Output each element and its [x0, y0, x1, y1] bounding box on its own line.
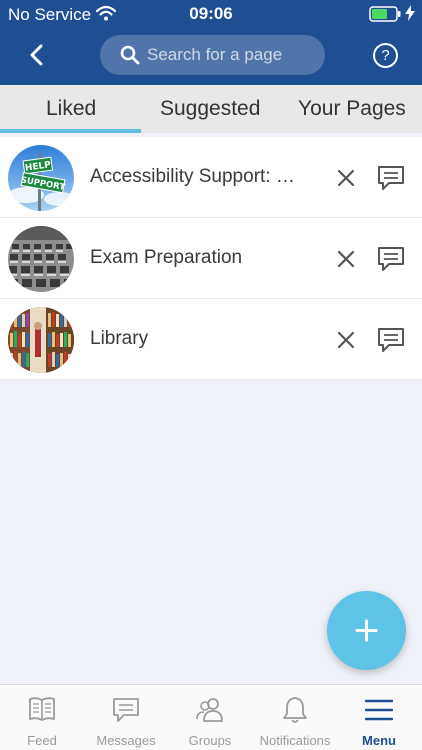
clock: 09:06: [189, 4, 233, 23]
message-icon[interactable]: [376, 164, 406, 192]
tab-your-pages[interactable]: Your Pages: [298, 97, 406, 121]
list-item[interactable]: Library: [0, 299, 422, 380]
unlike-close-icon[interactable]: [334, 328, 358, 352]
nav-label: Groups: [188, 733, 232, 748]
book-icon: [29, 697, 55, 721]
nav-menu[interactable]: Menu: [337, 685, 421, 750]
bottom-nav: Feed Messages Groups Notifications Menu: [0, 684, 422, 750]
search-bar[interactable]: Search for a page: [100, 35, 325, 75]
nav-groups[interactable]: Groups: [168, 685, 252, 750]
avatar: [8, 226, 74, 292]
search-placeholder: Search for a page: [147, 45, 283, 64]
message-icon[interactable]: [376, 326, 406, 354]
unlike-close-icon[interactable]: [334, 247, 358, 271]
plus-icon: [355, 619, 378, 642]
nav-label: Feed: [27, 733, 57, 748]
battery-icon: [369, 6, 401, 22]
search-icon: [120, 45, 140, 65]
nav-label: Notifications: [259, 733, 331, 748]
message-icon[interactable]: [376, 245, 406, 273]
nav-messages[interactable]: Messages: [84, 685, 168, 750]
nav-feed[interactable]: Feed: [0, 685, 84, 750]
add-page-button[interactable]: [327, 591, 406, 670]
message-icon: [113, 698, 139, 722]
pages-list: HELP SUPPORT Accessibility Support: Help…: [0, 137, 422, 380]
unlike-close-icon[interactable]: [334, 166, 358, 190]
tab-indicator: [0, 129, 141, 133]
page-name: Accessibility Support: Help & Advice: [90, 166, 305, 187]
top-bar: No Service 09:06 Search for a page ?: [0, 0, 422, 85]
nav-label: Messages: [96, 733, 156, 748]
tab-liked[interactable]: Liked: [46, 97, 96, 121]
avatar: HELP SUPPORT: [8, 145, 74, 211]
list-item[interactable]: Exam Preparation: [0, 218, 422, 299]
list-item[interactable]: HELP SUPPORT Accessibility Support: Help…: [0, 137, 422, 218]
bell-icon: [283, 697, 307, 723]
help-button[interactable]: ?: [373, 43, 398, 68]
menu-icon: [365, 699, 393, 721]
page-name: Exam Preparation: [90, 247, 243, 268]
tab-suggested[interactable]: Suggested: [160, 97, 260, 121]
back-icon[interactable]: [26, 44, 48, 66]
nav-label: Menu: [362, 733, 396, 748]
status-bar: No Service 09:06: [0, 0, 422, 28]
avatar: [8, 307, 74, 373]
tab-bar: Liked Suggested Your Pages: [0, 85, 422, 133]
nav-notifications[interactable]: Notifications: [253, 685, 337, 750]
charging-icon: [405, 5, 415, 21]
page-name: Library: [90, 328, 149, 349]
groups-icon: [196, 698, 223, 722]
